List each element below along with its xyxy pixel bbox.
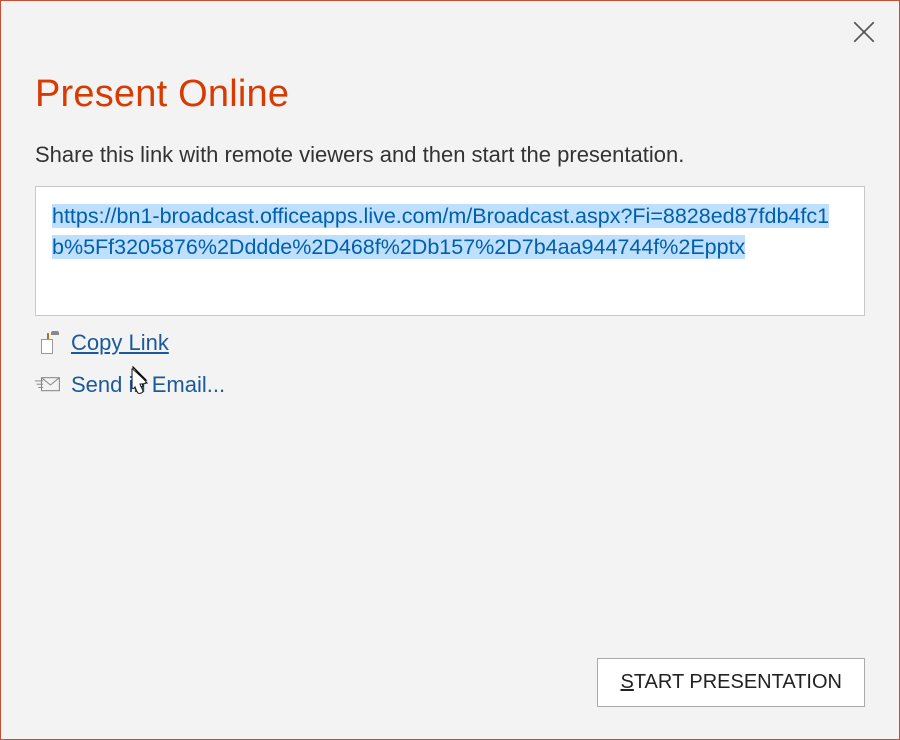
share-link-box[interactable]: https://bn1-broadcast.officeapps.live.co… <box>35 186 865 316</box>
start-prefix: S <box>620 671 633 693</box>
send-email-button[interactable]: Send in Email... <box>35 372 865 398</box>
share-link-text[interactable]: https://bn1-broadcast.officeapps.live.co… <box>52 204 829 259</box>
send-email-label: Send in Email... <box>71 372 225 398</box>
clipboard-icon <box>35 332 61 354</box>
start-suffix: TART PRESENTATION <box>634 671 842 693</box>
copy-link-label: Copy Link <box>71 330 169 356</box>
copy-link-button[interactable]: Copy Link <box>35 330 865 356</box>
actions-list: Copy Link Send in Email... <box>35 330 865 398</box>
start-presentation-button[interactable]: START PRESENTATION <box>597 658 865 707</box>
instruction-text: Share this link with remote viewers and … <box>35 142 865 168</box>
dialog-content: Present Online Share this link with remo… <box>1 1 899 739</box>
dialog-title: Present Online <box>35 73 865 116</box>
email-icon <box>35 374 61 396</box>
